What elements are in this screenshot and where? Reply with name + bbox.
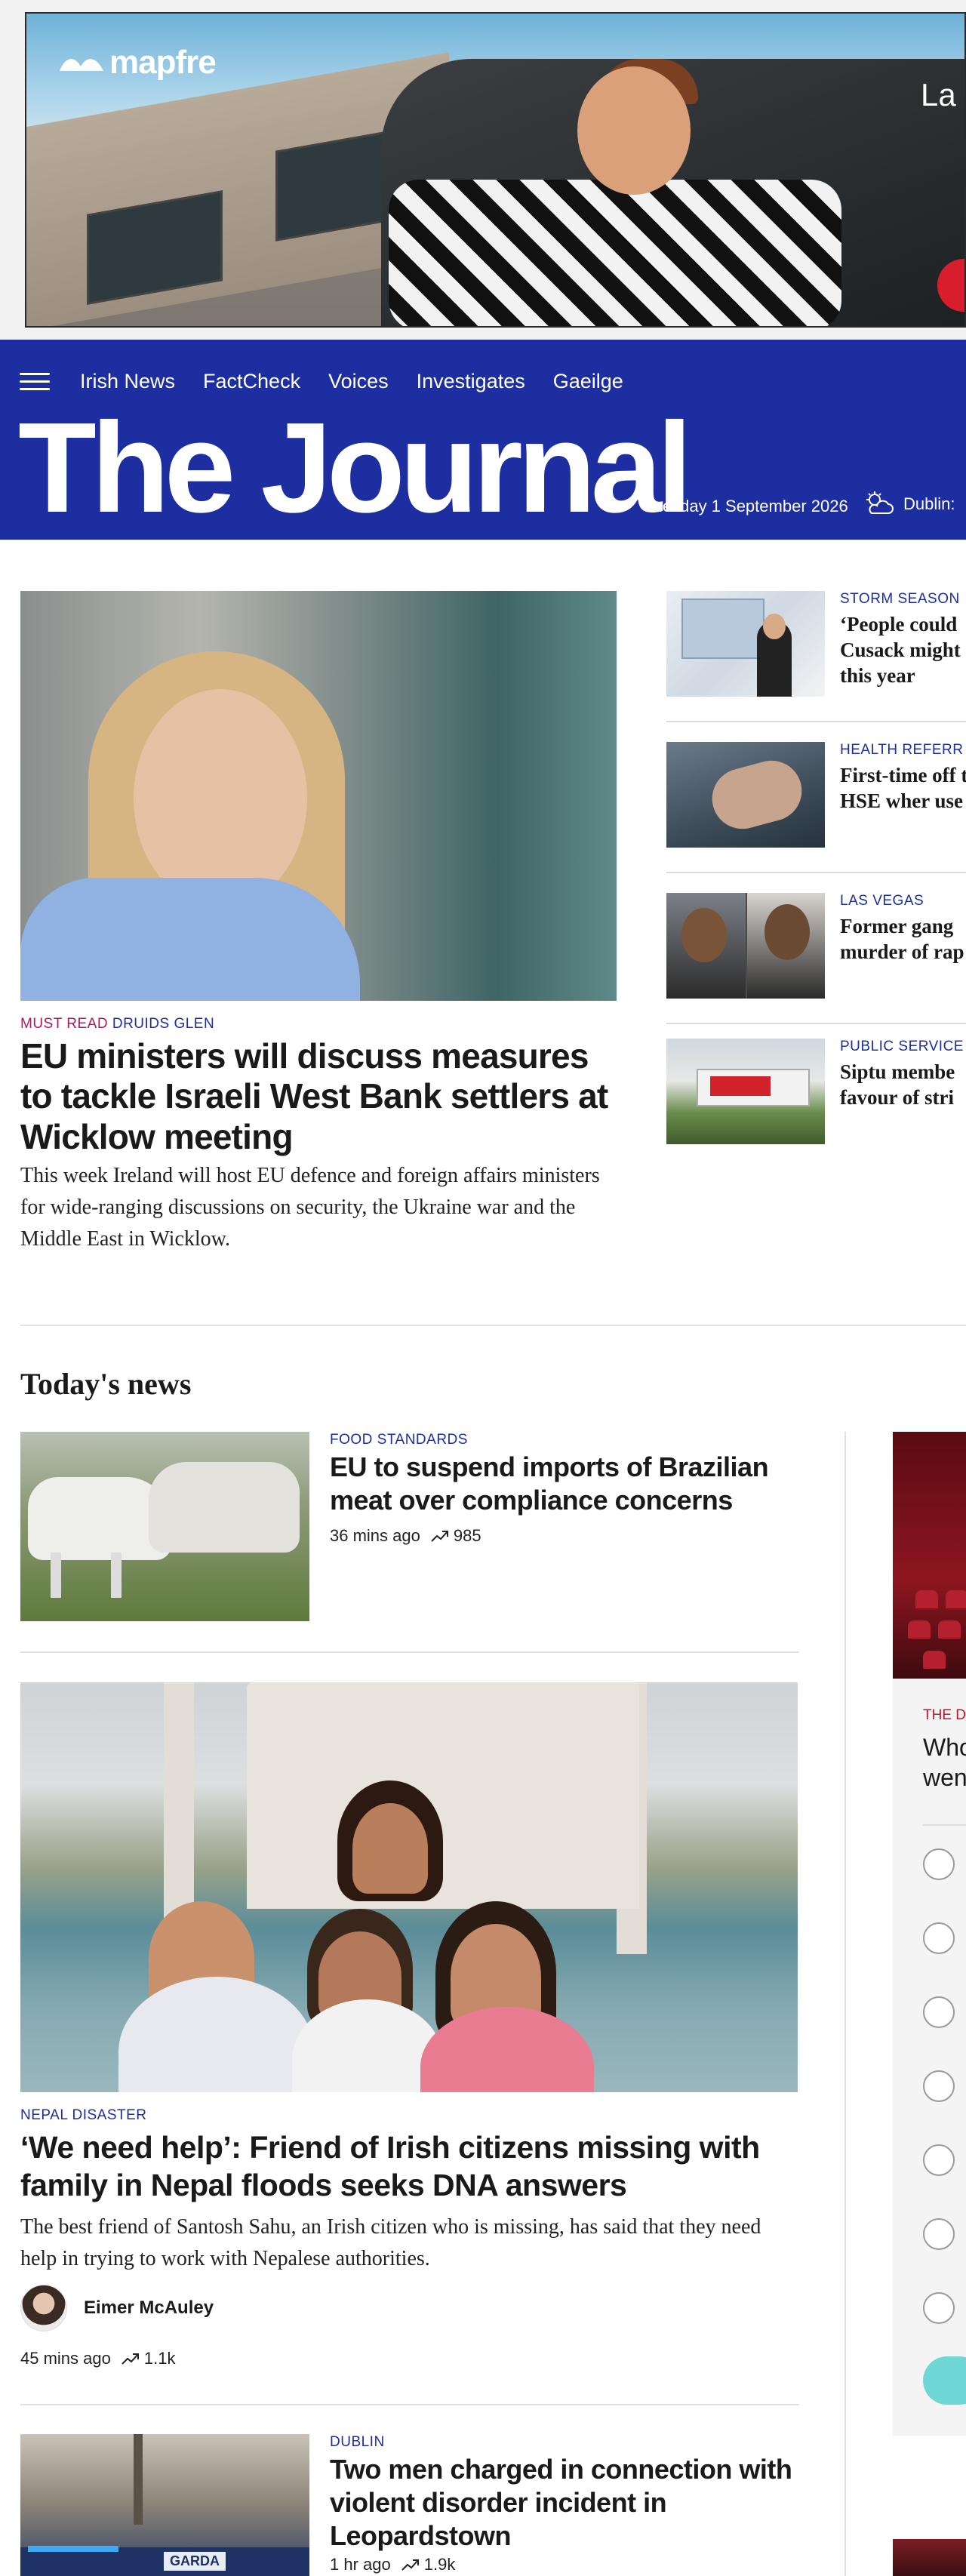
divider [20, 1651, 799, 1653]
ad-logo: mapfre [58, 44, 217, 82]
poll-option-radio[interactable] [923, 1922, 955, 1954]
trending-up-icon [431, 1531, 448, 1542]
ad-area: mapfre La [0, 0, 966, 340]
story-description: The best friend of Santosh Sahu, an Iris… [20, 2215, 761, 2270]
section-divider [20, 1325, 966, 1326]
nav-link-factcheck[interactable]: FactCheck [203, 370, 300, 393]
ad-sweater-graphic [389, 180, 841, 326]
advertisement-banner[interactable]: mapfre La [25, 12, 966, 328]
site-logo[interactable]: The Journal [18, 404, 692, 532]
poll-question: Who wen [923, 1734, 966, 1791]
author-avatar[interactable] [20, 2285, 67, 2331]
side-story-title[interactable]: Former gang murder of rap [840, 914, 966, 965]
side-story[interactable]: HEALTH REFERR First-time off the HSE whe… [666, 742, 966, 848]
mapfre-logo-icon [60, 59, 103, 72]
story-timestamp: 36 mins ago [330, 1526, 420, 1545]
poll-image [893, 1432, 966, 1679]
header-date: Tuesday 1 September 2026 [644, 497, 848, 516]
poll-option-radio[interactable] [923, 2144, 955, 2176]
ad-person-graphic [577, 66, 691, 195]
site-header: Irish News FactCheck Voices Investigates… [0, 340, 966, 540]
story-thumbnail[interactable]: GARDA [20, 2434, 309, 2576]
side-story-thumbnail[interactable] [666, 893, 825, 999]
side-story-title[interactable]: ‘People could Cusack might this year [840, 612, 966, 688]
side-story-title[interactable]: Siptu membe favour of stri [840, 1060, 966, 1111]
side-story-thumbnail[interactable] [666, 742, 825, 848]
story-thumbnail[interactable] [20, 1432, 309, 1621]
story-view-count: 1.1k [143, 2349, 176, 2368]
poll-submit-button[interactable] [923, 2356, 966, 2405]
nav-link-gaeilge[interactable]: Gaeilge [553, 370, 623, 393]
poll-option-radio[interactable] [923, 2292, 955, 2324]
weather-location: Dublin: [903, 494, 955, 513]
story-meta: 1 hr ago 1.9k [330, 2555, 455, 2574]
hero-image[interactable] [20, 591, 617, 1001]
nav-link-investigates[interactable]: Investigates [417, 370, 525, 393]
side-story-title[interactable]: First-time off the HSE wher use [840, 763, 966, 814]
story-meta: 36 mins ago 985 [330, 1526, 481, 1546]
poll-widget: THE D Who wen [893, 1432, 966, 2436]
story-meta: 45 mins ago 1.1k [20, 2349, 175, 2368]
hero-category[interactable]: DRUIDS GLEN [112, 1016, 214, 1032]
side-story[interactable]: STORM SEASON ‘People could Cusack might … [666, 591, 966, 697]
story-image[interactable] [20, 1682, 798, 2092]
poll-option-radio[interactable] [923, 2070, 955, 2102]
story-category[interactable]: DUBLIN [330, 2434, 385, 2451]
story-headline[interactable]: ‘We need help’: Friend of Irish citizens… [20, 2128, 798, 2204]
divider [666, 872, 966, 873]
main-nav: Irish News FactCheck Voices Investigates… [80, 370, 623, 393]
divider [666, 721, 966, 722]
poll-option-radio[interactable] [923, 1996, 955, 2028]
side-story[interactable]: PUBLIC SERVICE Siptu membe favour of str… [666, 1039, 966, 1144]
story-view-count: 985 [453, 1526, 481, 1545]
weather-widget[interactable]: Dublin: [864, 491, 955, 518]
must-read-label: MUST READ [20, 1016, 109, 1032]
story-category[interactable]: FOOD STANDARDS [330, 1432, 468, 1448]
side-story-category[interactable]: LAS VEGAS [840, 893, 924, 909]
poll-option-radio[interactable] [923, 2218, 955, 2250]
story-headline[interactable]: EU to suspend imports of Brazilian meat … [330, 1451, 813, 1517]
poll-category[interactable]: THE D [923, 1707, 966, 1724]
side-story-category[interactable]: STORM SEASON [840, 591, 960, 608]
side-story-thumbnail[interactable] [666, 1039, 825, 1144]
ad-brand-name: mapfre [109, 44, 217, 81]
side-story[interactable]: LAS VEGAS Former gang murder of rap [666, 893, 966, 999]
side-story-thumbnail[interactable] [666, 591, 825, 697]
story-author[interactable]: Eimer McAuley [20, 2285, 214, 2331]
story-timestamp: 1 hr ago [330, 2555, 391, 2574]
hero-description: This week Ireland will host EU defence a… [20, 1164, 600, 1251]
partly-cloudy-icon [866, 491, 894, 514]
story-view-count: 1.9k [423, 2555, 456, 2574]
story-category[interactable]: NEPAL DISASTER [20, 2107, 147, 2124]
side-story-category[interactable]: PUBLIC SERVICE [840, 1039, 964, 1055]
column-divider [844, 1432, 846, 2576]
story-timestamp: 45 mins ago [20, 2349, 111, 2368]
hamburger-menu-icon[interactable] [20, 373, 50, 391]
promo-image[interactable] [893, 2539, 966, 2576]
nav-link-irish-news[interactable]: Irish News [80, 370, 175, 393]
ad-tagline: La [921, 77, 956, 112]
side-story-category[interactable]: HEALTH REFERR [840, 742, 963, 759]
story-headline[interactable]: Two men charged in connection with viole… [330, 2453, 813, 2553]
garda-sign: GARDA [164, 2552, 226, 2571]
trending-up-icon [122, 2353, 139, 2365]
hero-kicker: MUST READ DRUIDS GLEN [20, 1016, 214, 1033]
divider [20, 2404, 799, 2405]
section-title-todays-news: Today's news [20, 1367, 192, 1401]
trending-up-icon [401, 2559, 419, 2571]
nav-link-voices[interactable]: Voices [328, 370, 389, 393]
hero-headline[interactable]: EU ministers will discuss measures to ta… [20, 1036, 617, 1157]
author-name[interactable]: Eimer McAuley [84, 2297, 214, 2319]
poll-option-radio[interactable] [923, 1848, 955, 1880]
divider [666, 1023, 966, 1024]
